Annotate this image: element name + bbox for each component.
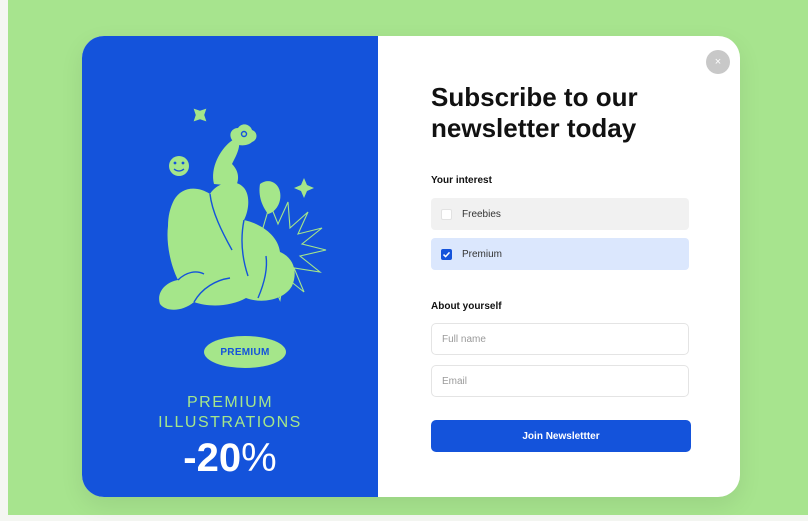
discount-label: -20%: [82, 436, 378, 480]
form-heading: Subscribe to our newsletter today: [431, 82, 691, 144]
close-button[interactable]: ×: [706, 50, 730, 74]
discount-number: -20: [183, 436, 242, 480]
promo-title-line2: ILLUSTRATIONS: [158, 414, 302, 431]
full-name-field[interactable]: [431, 323, 689, 355]
premium-badge: PREMIUM: [204, 336, 286, 368]
screen-edge: [0, 0, 8, 521]
option-premium[interactable]: Premium: [431, 238, 689, 270]
checkbox-empty-icon[interactable]: [441, 208, 452, 220]
illustration: [159, 108, 327, 310]
email-field[interactable]: [431, 365, 689, 397]
promo-title: PREMIUM ILLUSTRATIONS: [82, 393, 378, 433]
option-freebies[interactable]: Freebies: [431, 198, 689, 230]
option-premium-label: Premium: [462, 248, 503, 260]
about-label: About yourself: [431, 301, 502, 312]
checkbox-checked-icon[interactable]: [441, 248, 452, 260]
heading-line2: newsletter today: [431, 113, 637, 143]
interest-label: Your interest: [431, 175, 492, 186]
checkmark-icon: [442, 251, 451, 258]
promo-panel: PREMIUM PREMIUM ILLUSTRATIONS -20%: [82, 36, 378, 497]
discount-percent: %: [241, 436, 277, 480]
heading-line1: Subscribe to our: [431, 82, 638, 112]
screen-edge-bottom: [0, 515, 808, 521]
sparkle-icon: [193, 108, 207, 122]
promo-title-line1: PREMIUM: [186, 394, 274, 411]
close-icon: ×: [714, 56, 722, 68]
star-icon: [294, 178, 314, 198]
figure-illustration: [159, 124, 295, 310]
newsletter-modal: PREMIUM PREMIUM ILLUSTRATIONS -20% × Sub…: [82, 36, 740, 497]
option-freebies-label: Freebies: [462, 208, 501, 220]
smiley-icon: [169, 156, 189, 176]
join-newsletter-button[interactable]: Join Newslettter: [431, 420, 691, 452]
